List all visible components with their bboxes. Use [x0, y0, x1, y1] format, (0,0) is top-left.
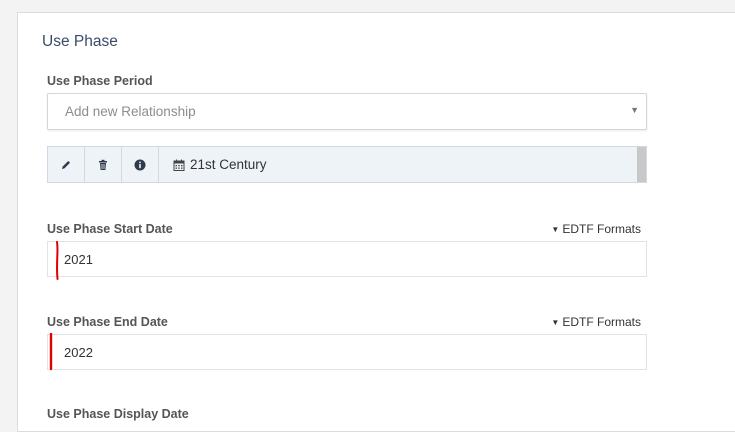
edtf-formats-label: EDTF Formats	[562, 222, 641, 236]
red-annotation-mark	[49, 333, 53, 371]
display-date-label: Use Phase Display Date	[47, 407, 189, 421]
relationship-select[interactable]: Add new Relationship ▼	[47, 93, 647, 130]
caret-down-icon: ▼	[551, 225, 560, 234]
relationship-row: 21st Century	[47, 146, 647, 183]
start-date-label: Use Phase Start Date	[47, 222, 173, 236]
end-date-edtf-formats-toggle[interactable]: ▼ EDTF Formats	[551, 315, 641, 329]
section-title: Use Phase	[42, 33, 118, 50]
start-date-edtf-formats-toggle[interactable]: ▼ EDTF Formats	[551, 222, 641, 236]
scrollbar[interactable]	[637, 147, 646, 182]
period-label: Use Phase Period	[47, 74, 153, 88]
pencil-icon	[62, 160, 70, 169]
relationship-item[interactable]: 21st Century	[159, 147, 637, 182]
delete-button[interactable]	[85, 147, 122, 182]
caret-down-icon: ▼	[630, 105, 639, 115]
use-phase-panel: Use Phase Use Phase Period Add new Relat…	[17, 12, 735, 432]
caret-down-icon: ▼	[551, 318, 560, 327]
trash-icon	[99, 159, 107, 170]
relationship-value: 21st Century	[190, 157, 267, 172]
start-date-value: 2021	[64, 252, 93, 267]
edit-button[interactable]	[48, 147, 85, 182]
edtf-formats-label: EDTF Formats	[562, 315, 641, 329]
start-date-input[interactable]: 2021	[47, 241, 647, 277]
calendar-icon	[173, 159, 185, 171]
end-date-label: Use Phase End Date	[47, 315, 168, 329]
end-date-input[interactable]: 2022	[47, 334, 647, 370]
info-icon	[134, 159, 146, 170]
end-date-value: 2022	[64, 345, 93, 360]
red-annotation-mark	[56, 241, 59, 280]
select-placeholder: Add new Relationship	[65, 104, 196, 119]
info-button[interactable]	[122, 147, 159, 182]
